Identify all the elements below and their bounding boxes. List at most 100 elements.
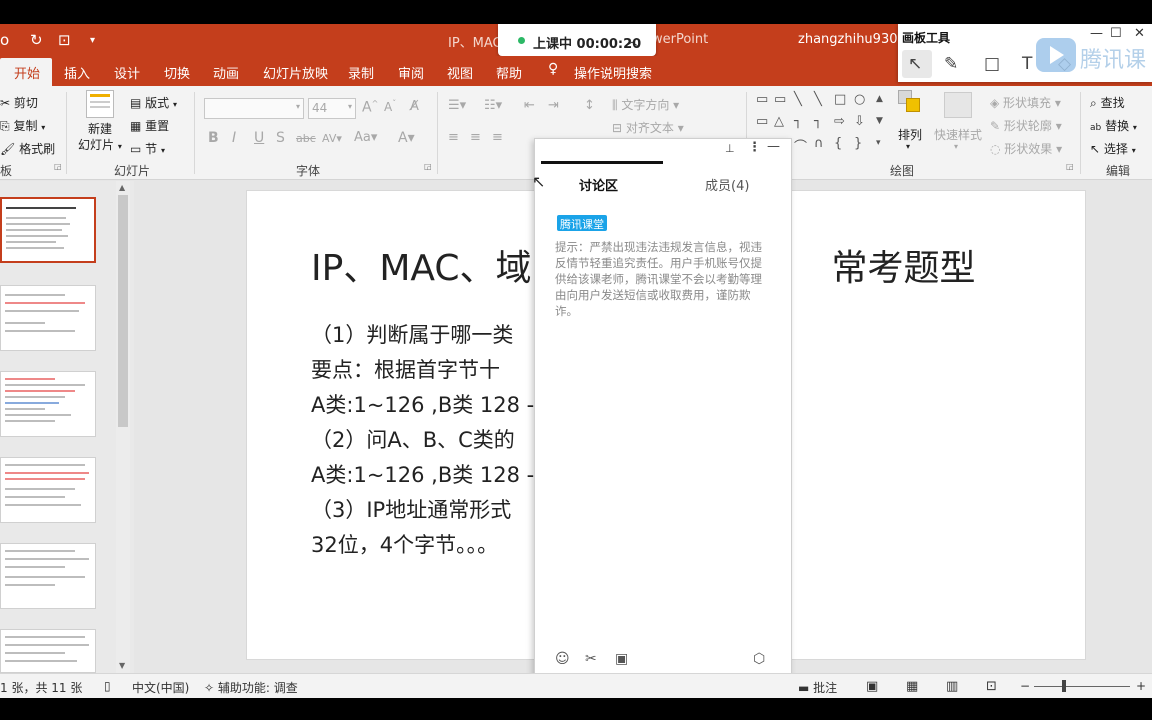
font-family-select[interactable]: ▾ <box>204 98 304 119</box>
arrange-button[interactable]: 排列 <box>898 126 922 143</box>
arrow-down-shape-icon[interactable]: ⇩ <box>854 114 865 129</box>
zoom-slider[interactable] <box>1034 686 1130 687</box>
slide-thumbnail[interactable] <box>0 629 96 673</box>
pen-tool-icon[interactable]: ✎ <box>944 54 958 74</box>
replace-button[interactable]: ab 替换 ▾ <box>1090 117 1137 134</box>
pin-icon[interactable]: ⊥ <box>725 142 735 155</box>
strikethrough-icon[interactable]: abc <box>296 132 316 145</box>
tab-help[interactable]: 帮助 <box>496 63 522 82</box>
curve-shape-icon[interactable]: ⌒ <box>794 136 807 155</box>
oval-shape-icon[interactable]: ○ <box>854 92 865 107</box>
quick-access-partial-icon[interactable]: o <box>0 31 9 49</box>
textbox-shape-icon[interactable]: ▭ <box>756 92 768 107</box>
reset-button[interactable]: ▦ 重置 <box>130 117 169 134</box>
arrow-right-shape-icon[interactable]: ⇨ <box>834 114 845 129</box>
connector-shape-icon[interactable]: ┐ <box>794 114 802 129</box>
slide-text-line[interactable]: 32位，4个字节。。。 <box>311 529 498 559</box>
find-button[interactable]: ⌕ 查找 <box>1090 94 1125 111</box>
shapes-more-icon[interactable]: ▾ <box>876 138 881 148</box>
slide-text-line[interactable]: A类:1~126 ,B类 128 - <box>311 459 534 489</box>
chevron-up-icon[interactable]: ︿ <box>626 32 638 49</box>
tab-insert[interactable]: 插入 <box>64 63 90 82</box>
cut-button[interactable]: ✂ 剪切 <box>0 94 38 111</box>
tab-members[interactable]: 成员(4) <box>705 175 749 194</box>
decrease-indent-icon[interactable]: ⇤ <box>524 98 535 113</box>
tell-me-search[interactable]: 操作说明搜索 <box>574 63 652 82</box>
shape-outline-button[interactable]: ✎ 形状轮廓 ▾ <box>990 117 1062 134</box>
reading-view-icon[interactable]: ▥ <box>946 679 958 694</box>
font-launcher-icon[interactable]: ◲ <box>424 162 432 171</box>
thumbnails-scrollbar[interactable]: ▲ ▼ <box>116 181 130 673</box>
maximize-icon[interactable]: ☐ <box>1110 26 1122 41</box>
format-painter-button[interactable]: 🖌 格式刷 <box>0 140 55 157</box>
slide-thumbnail[interactable] <box>0 285 96 351</box>
bullets-icon[interactable]: ☰▾ <box>448 98 466 113</box>
settings-icon[interactable]: ⬡ <box>753 651 765 667</box>
zoom-slider-handle[interactable] <box>1062 680 1066 692</box>
shadow-icon[interactable]: S <box>276 130 285 146</box>
comments-button[interactable]: ▬ 批注 <box>798 679 837 696</box>
italic-icon[interactable]: I <box>232 130 236 146</box>
slide-text-line[interactable]: （3）IP地址通常形式 <box>311 494 511 524</box>
tab-home[interactable]: 开始 <box>0 58 53 86</box>
brace-shape-icon[interactable]: } <box>854 136 862 151</box>
triangle-shape-icon[interactable]: △ <box>774 114 784 129</box>
scrollbar-thumb[interactable] <box>118 195 128 427</box>
brace-shape-icon[interactable]: { <box>834 136 842 151</box>
new-slide-icon[interactable] <box>86 90 114 118</box>
clear-format-icon[interactable]: A̸ <box>410 99 419 114</box>
layout-button[interactable]: ▤ 版式 ▾ <box>130 94 177 111</box>
line-shape-icon[interactable]: ╲ <box>794 92 802 107</box>
zoom-in-icon[interactable]: + <box>1136 679 1146 693</box>
tab-record[interactable]: 录制 <box>348 63 374 82</box>
image-icon[interactable]: ▣ <box>615 651 628 667</box>
zoom-out-icon[interactable]: − <box>1020 679 1030 693</box>
new-slide-dropdown[interactable]: 幻灯片 ▾ <box>78 136 122 153</box>
char-spacing-icon[interactable]: AV▾ <box>322 132 342 145</box>
quick-styles-dropdown-icon[interactable]: ▾ <box>954 142 958 151</box>
slide-text-line[interactable]: （2）问A、B、C类的 <box>311 424 515 454</box>
customize-dropdown-icon[interactable]: ▾ <box>90 35 95 46</box>
tab-transitions[interactable]: 切换 <box>164 63 190 82</box>
emoji-icon[interactable]: ☺ <box>555 651 570 667</box>
present-icon[interactable]: ⊡ <box>58 31 71 49</box>
tab-discussion[interactable]: 讨论区 <box>579 175 618 194</box>
rounded-rect-shape-icon[interactable]: ▭ <box>756 114 768 129</box>
copy-button[interactable]: ⎘ 复制 ▾ <box>0 117 45 134</box>
account-name[interactable]: zhangzhihu93018 <box>798 32 914 47</box>
align-right-icon[interactable]: ≡ <box>492 130 503 145</box>
tab-slideshow[interactable]: 幻灯片放映 <box>263 63 328 82</box>
align-text-button[interactable]: ⊟ 对齐文本 ▾ <box>612 119 684 136</box>
curve-shape-icon[interactable]: ∩ <box>814 136 824 151</box>
change-case-icon[interactable]: Aa▾ <box>354 130 377 145</box>
normal-view-icon[interactable]: ▣ <box>866 679 878 694</box>
select-button[interactable]: ↖ 选择 ▾ <box>1090 140 1136 157</box>
slide-text-line[interactable]: 要点：根据首字节十 <box>311 354 500 384</box>
shapes-scroll-down-icon[interactable]: ▼ <box>876 116 883 126</box>
pointer-tool-icon[interactable]: ↖ <box>908 54 922 74</box>
bold-icon[interactable]: B <box>208 130 219 146</box>
scroll-down-icon[interactable]: ▼ <box>119 661 125 670</box>
redo-icon[interactable]: ↻ <box>30 31 43 49</box>
shape-effects-button[interactable]: ◌ 形状效果 ▾ <box>990 140 1062 157</box>
language-indicator[interactable]: 中文(中国) <box>132 679 189 696</box>
tab-view[interactable]: 视图 <box>447 63 473 82</box>
line-spacing-icon[interactable]: ↕ <box>584 98 595 113</box>
accessibility-button[interactable]: ✧ 辅助功能: 调查 <box>204 679 298 696</box>
textbox-vertical-shape-icon[interactable]: ▭ <box>774 92 786 107</box>
slide-thumbnail[interactable] <box>0 457 96 523</box>
tab-animations[interactable]: 动画 <box>213 63 239 82</box>
slide-thumbnail[interactable] <box>0 543 96 609</box>
section-button[interactable]: ▭ 节 ▾ <box>130 140 165 157</box>
clipboard-launcher-icon[interactable]: ◲ <box>54 162 62 171</box>
align-center-icon[interactable]: ≡ <box>470 130 481 145</box>
shrink-font-icon[interactable]: Aˇ <box>384 99 396 114</box>
new-slide-button[interactable]: 新建 <box>88 120 112 137</box>
quick-styles-button[interactable]: 快速样式 <box>934 126 982 143</box>
rectangle-shape-icon[interactable]: □ <box>834 92 846 107</box>
underline-icon[interactable]: U <box>254 130 264 146</box>
class-timer[interactable]: 上课中 00:00:20 ︿ <box>498 24 656 56</box>
shape-fill-button[interactable]: ◈ 形状填充 ▾ <box>990 94 1061 111</box>
notes-toggle-icon[interactable]: ▯ <box>104 679 111 693</box>
connector-shape-icon[interactable]: ┐ <box>814 114 822 129</box>
